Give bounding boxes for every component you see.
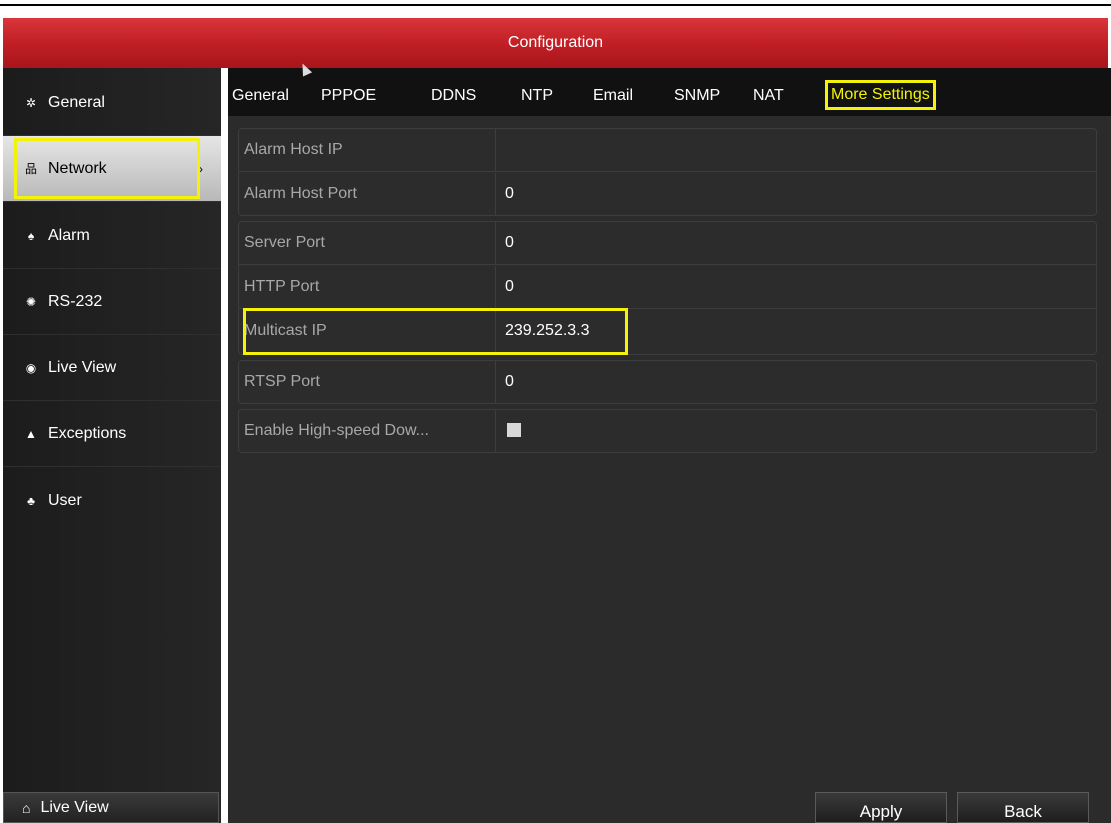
tab-email[interactable]: Email <box>593 84 633 108</box>
sidebar-item-label: Live View <box>48 359 117 376</box>
tab-snmp[interactable]: SNMP <box>674 84 720 108</box>
top-border <box>0 4 1111 6</box>
high-speed-download-row: Enable High-speed Dow... <box>239 410 1096 453</box>
alarm-host-group: Alarm Host IP Alarm Host Port 0 <box>238 128 1097 216</box>
high-speed-download-label: Enable High-speed Dow... <box>244 410 496 453</box>
alarm-host-ip-label: Alarm Host IP <box>244 129 496 171</box>
sidebar-item-label: User <box>48 491 82 509</box>
serial-port-icon: ✺ <box>25 295 37 309</box>
sidebar-item-label: RS-232 <box>48 293 103 310</box>
live-view-button[interactable]: ⌂ Live View <box>3 792 219 823</box>
alarm-host-ip-row: Alarm Host IP <box>239 129 1096 172</box>
alarm-icon: ♠ <box>27 229 35 243</box>
network-highlight-box <box>14 138 200 199</box>
warning-icon: ▲ <box>25 427 37 441</box>
download-group: Enable High-speed Dow... <box>238 409 1097 453</box>
tab-general[interactable]: General <box>232 84 289 108</box>
http-port-field[interactable]: 0 <box>505 266 514 308</box>
gear-icon: ✲ <box>25 96 37 110</box>
tab-more-settings[interactable]: More Settings <box>825 80 936 110</box>
live-view-label: Live View <box>40 798 109 816</box>
alarm-host-port-row: Alarm Host Port 0 <box>239 173 1096 216</box>
tab-bar: General PPPOE DDNS NTP Email SNMP NAT Mo… <box>228 68 1111 116</box>
sidebar-item-rs232[interactable]: ✺ RS-232 <box>3 270 221 335</box>
sidebar-item-label: General <box>48 94 105 111</box>
sidebar-item-alarm[interactable]: ♠ Alarm <box>3 204 221 269</box>
tab-nat[interactable]: NAT <box>753 84 784 108</box>
apply-button[interactable]: Apply <box>815 792 947 823</box>
sidebar-item-label: Exceptions <box>48 425 127 442</box>
sidebar-item-exceptions[interactable]: ▲ Exceptions <box>3 402 221 467</box>
http-port-row: HTTP Port 0 <box>239 266 1096 309</box>
sidebar-item-user[interactable]: ♣ User <box>3 468 221 533</box>
window-title: Configuration <box>3 18 1108 68</box>
rtsp-group: RTSP Port 0 <box>238 360 1097 404</box>
main-panel: General PPPOE DDNS NTP Email SNMP NAT Mo… <box>228 68 1111 823</box>
multicast-highlight-box <box>243 308 628 355</box>
rtsp-port-label: RTSP Port <box>244 361 496 404</box>
back-button[interactable]: Back <box>957 792 1089 823</box>
users-icon: ♣ <box>27 493 35 508</box>
http-port-label: HTTP Port <box>244 266 496 308</box>
server-port-row: Server Port 0 <box>239 222 1096 265</box>
server-port-label: Server Port <box>244 222 496 264</box>
tab-pppoe[interactable]: PPPOE <box>321 84 376 108</box>
server-port-field[interactable]: 0 <box>505 222 514 264</box>
alarm-host-port-label: Alarm Host Port <box>244 173 496 216</box>
high-speed-download-checkbox[interactable] <box>507 423 521 437</box>
eye-icon: ◉ <box>25 361 37 375</box>
alarm-host-port-field[interactable]: 0 <box>505 173 514 216</box>
rtsp-port-row: RTSP Port 0 <box>239 361 1096 404</box>
home-icon: ⌂ <box>22 799 31 816</box>
rtsp-port-field[interactable]: 0 <box>505 361 514 404</box>
sidebar-item-label: Alarm <box>48 227 90 244</box>
tab-ntp[interactable]: NTP <box>521 84 553 108</box>
tab-ddns[interactable]: DDNS <box>431 84 476 108</box>
configuration-window: Configuration ✲ General 品 Network › ♠ Al… <box>0 0 1111 823</box>
sidebar-item-live-view[interactable]: ◉ Live View <box>3 336 221 401</box>
sidebar-item-general[interactable]: ✲ General <box>3 71 221 136</box>
